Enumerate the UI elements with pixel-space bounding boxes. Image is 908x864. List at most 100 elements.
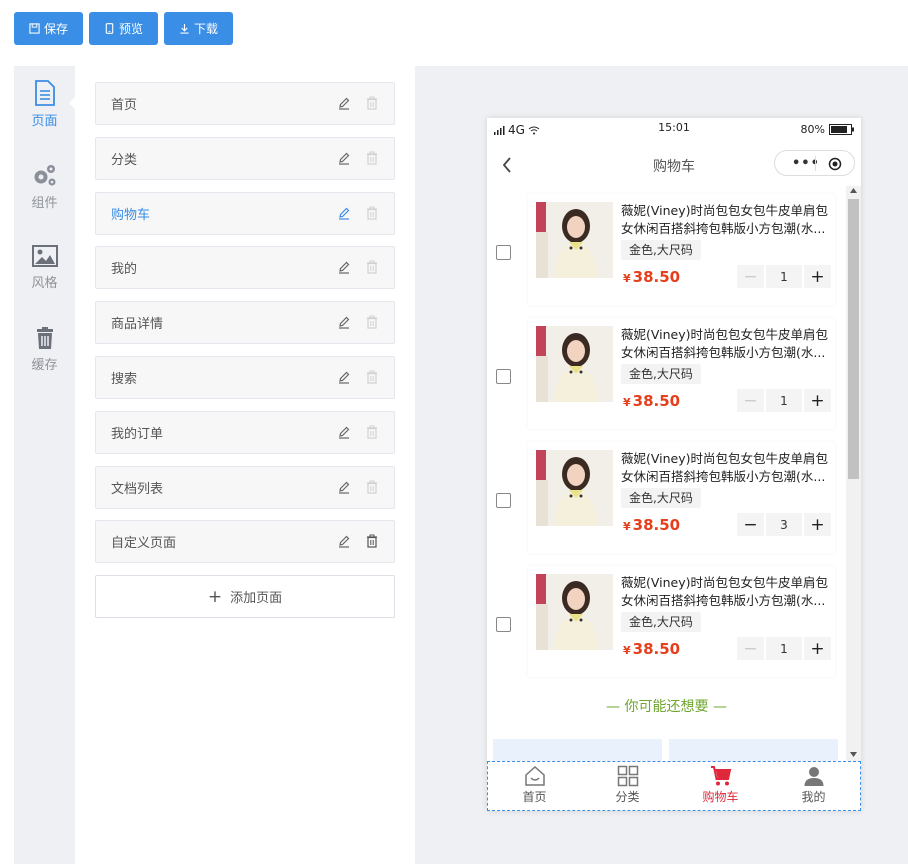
cart-item: 薇妮(Viney)时尚包包女包牛皮单肩包女休闲百搭斜挎包韩版小方包潮(水... 金… [487, 314, 846, 438]
product-name: 薇妮(Viney)时尚包包女包牛皮单肩包女休闲百搭斜挎包韩版小方包潮(水... [621, 327, 829, 360]
edit-icon[interactable] [337, 534, 351, 548]
nav-label-cache: 缓存 [31, 358, 58, 373]
tab-item[interactable]: 购物车 [674, 765, 767, 805]
tab-item[interactable]: 分类 [581, 765, 674, 805]
edit-icon[interactable] [337, 260, 351, 274]
nav-item-cache[interactable]: 缓存 [14, 326, 75, 373]
edit-icon[interactable] [337, 315, 351, 329]
select-checkbox[interactable] [496, 369, 511, 384]
page-item[interactable]: 搜索 [95, 356, 395, 399]
product-price: ¥38.50 [623, 516, 680, 534]
recommend-card[interactable] [669, 739, 838, 761]
page-item-label: 分类 [111, 153, 138, 168]
edit-icon[interactable] [337, 206, 351, 220]
price-value: 38.50 [632, 268, 681, 286]
increase-button[interactable]: + [804, 265, 831, 288]
currency-symbol: ¥ [623, 644, 631, 657]
sku-tag: 金色,大尺码 [621, 364, 701, 384]
save-label: 保存 [44, 22, 69, 36]
edit-icon[interactable] [337, 480, 351, 494]
page-item-label: 自定义页面 [111, 536, 177, 551]
status-bar: 4G 15:01 80% [487, 118, 861, 142]
capsule-divider [815, 156, 816, 171]
product-image [536, 574, 613, 650]
page-list-panel: 首页分类购物车我的商品详情搜索我的订单文档列表自定义页面 + 添加页面 [69, 66, 415, 864]
image-icon [31, 245, 58, 267]
delete-icon[interactable] [365, 534, 379, 548]
download-button[interactable]: 下载 [164, 12, 234, 45]
product-card[interactable]: 薇妮(Viney)时尚包包女包牛皮单肩包女休闲百搭斜挎包韩版小方包潮(水... 金… [528, 566, 835, 677]
scroll-up-icon[interactable] [850, 188, 857, 193]
page-item[interactable]: 文档列表 [95, 466, 395, 509]
delete-icon[interactable] [365, 206, 379, 220]
scrollbar-thumb[interactable] [848, 199, 859, 479]
decrease-button[interactable]: − [737, 637, 764, 660]
page-item-label: 商品详情 [111, 317, 164, 332]
quantity-value[interactable]: 1 [766, 265, 802, 288]
select-checkbox[interactable] [496, 245, 511, 260]
quantity-value[interactable]: 1 [766, 637, 802, 660]
select-checkbox[interactable] [496, 617, 511, 632]
page-item[interactable]: 商品详情 [95, 301, 395, 344]
price-value: 38.50 [632, 392, 681, 410]
product-card[interactable]: 薇妮(Viney)时尚包包女包牛皮单肩包女休闲百搭斜挎包韩版小方包潮(水... 金… [528, 318, 835, 429]
delete-icon[interactable] [365, 425, 379, 439]
page-item[interactable]: 我的订单 [95, 411, 395, 454]
workspace: 页面 组件 风格 缓存 首页 分类 购物车 我的 商品详情 搜索 我的订单 文档列表 自定义页面… [14, 66, 908, 864]
save-button[interactable]: 保存 [14, 12, 84, 45]
delete-icon[interactable] [365, 96, 379, 110]
delete-icon[interactable] [365, 315, 379, 329]
increase-button[interactable]: + [804, 637, 831, 660]
page-item[interactable]: 首页 [95, 82, 395, 125]
close-target-icon[interactable] [828, 157, 842, 171]
delete-icon[interactable] [365, 151, 379, 165]
select-checkbox[interactable] [496, 493, 511, 508]
page-item-label: 文档列表 [111, 482, 164, 497]
quantity-stepper: −1 + [737, 389, 831, 412]
gears-icon [34, 165, 55, 186]
edit-icon[interactable] [337, 370, 351, 384]
quantity-value[interactable]: 3 [766, 513, 802, 536]
page-item[interactable]: 分类 [95, 137, 395, 180]
edit-icon[interactable] [337, 151, 351, 165]
decrease-button[interactable]: − [737, 265, 764, 288]
preview-button[interactable]: 预览 [89, 12, 159, 45]
quantity-value[interactable]: 1 [766, 389, 802, 412]
edit-icon[interactable] [337, 96, 351, 110]
currency-symbol: ¥ [623, 272, 631, 285]
page-item-label: 搜索 [111, 372, 138, 387]
decrease-button[interactable]: − [737, 513, 764, 536]
page-item-label: 我的 [111, 262, 138, 277]
page-item[interactable]: 购物车 [95, 192, 395, 235]
nav-item-components[interactable]: 组件 [14, 162, 75, 211]
page-item-label: 首页 [111, 98, 138, 113]
delete-icon[interactable] [365, 370, 379, 384]
delete-icon[interactable] [365, 260, 379, 274]
quantity-stepper: −1 + [737, 265, 831, 288]
page-item[interactable]: 自定义页面 [95, 520, 395, 563]
mobile-icon [105, 23, 114, 34]
scrollbar[interactable] [846, 186, 861, 761]
increase-button[interactable]: + [804, 513, 831, 536]
product-image [536, 202, 613, 278]
add-page-button[interactable]: + 添加页面 [95, 575, 395, 618]
cart-content: 薇妮(Viney)时尚包包女包牛皮单肩包女休闲百搭斜挎包韩版小方包潮(水... 金… [487, 186, 846, 761]
product-card[interactable]: 薇妮(Viney)时尚包包女包牛皮单肩包女休闲百搭斜挎包韩版小方包潮(水... 金… [528, 442, 835, 553]
scroll-down-icon[interactable] [850, 752, 857, 757]
nav-item-style[interactable]: 风格 [14, 244, 75, 291]
nav-item-pages[interactable]: 页面 [14, 80, 75, 129]
edit-icon[interactable] [337, 425, 351, 439]
currency-symbol: ¥ [623, 520, 631, 533]
decrease-button[interactable]: − [737, 389, 764, 412]
tab-item[interactable]: 首页 [488, 765, 581, 805]
product-price: ¥38.50 [623, 392, 680, 410]
page-item[interactable]: 我的 [95, 246, 395, 289]
product-card[interactable]: 薇妮(Viney)时尚包包女包牛皮单肩包女休闲百搭斜挎包韩版小方包潮(水... 金… [528, 194, 835, 305]
delete-icon[interactable] [365, 480, 379, 494]
product-image [536, 326, 613, 402]
left-nav: 页面 组件 风格 缓存 [14, 66, 75, 864]
increase-button[interactable]: + [804, 389, 831, 412]
tab-item[interactable]: 我的 [767, 765, 860, 805]
recommend-card[interactable] [493, 739, 662, 761]
sku-tag: 金色,大尺码 [621, 488, 701, 508]
